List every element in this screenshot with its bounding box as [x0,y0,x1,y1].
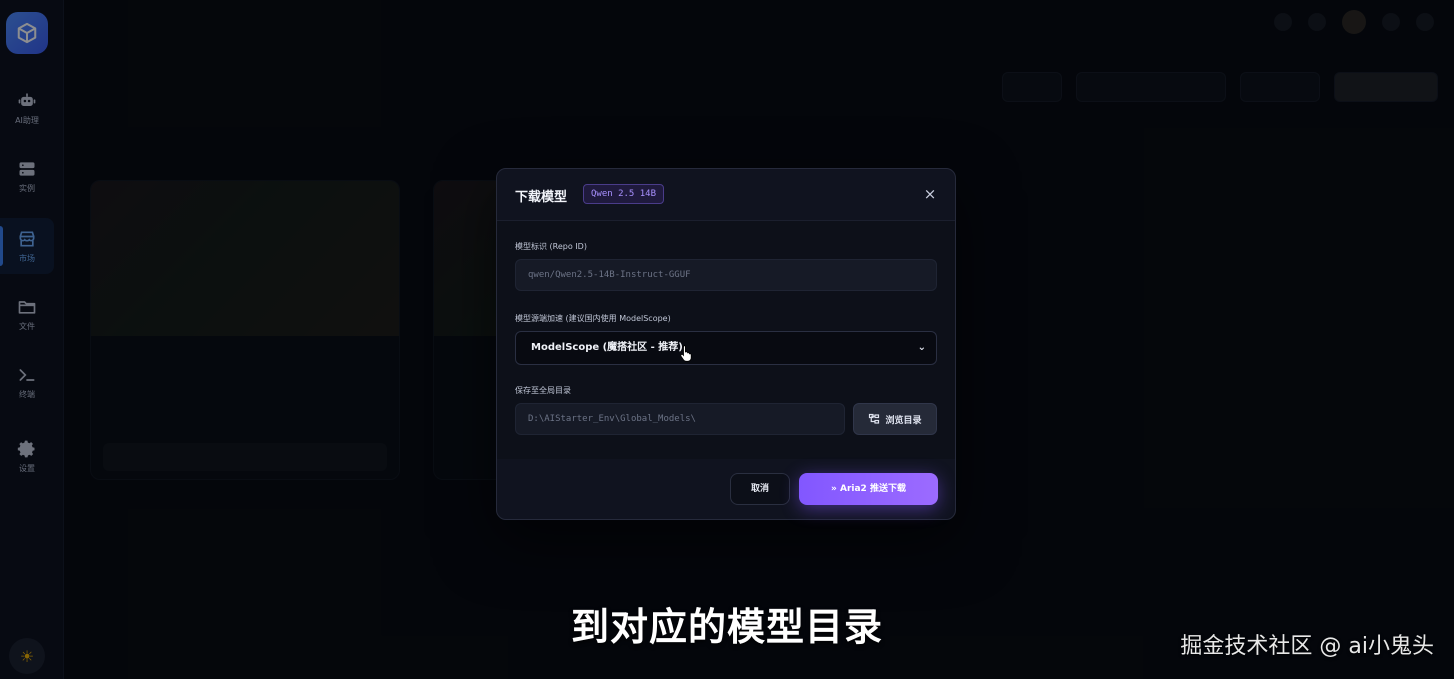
save-path-field[interactable]: D:\AIStarter_Env\Global_Models\ [515,403,845,435]
repo-id-field[interactable]: qwen/Qwen2.5-14B-Instruct-GGUF [515,259,937,291]
download-label: Aria2 推送下载 [840,484,906,494]
repo-id-label: 模型标识 (Repo ID) [515,242,587,251]
hand-cursor-icon [680,345,692,362]
close-icon: × [923,185,937,203]
close-button[interactable]: × [921,185,939,203]
cancel-button[interactable]: 取消 [730,473,790,505]
source-label: 模型源端加速 (建议国内使用 ModelScope) [515,314,671,323]
double-chevron-down-icon: » [831,484,837,494]
save-dir-label: 保存至全局目录 [515,386,571,395]
folder-tree-icon [869,413,880,424]
source-select[interactable]: ModelScope (魔搭社区 - 推荐) ⌄ [515,331,937,365]
browse-directory-button[interactable]: 浏览目录 [853,403,937,435]
dialog-title: 下载模型 [515,190,568,205]
dialog-header: 下载模型 Qwen 2.5 14B × [497,169,955,221]
browse-label: 浏览目录 [885,415,922,426]
chevron-down-icon: ⌄ [917,342,926,353]
dialog-body: 模型标识 (Repo ID) qwen/Qwen2.5-14B-Instruct… [497,221,955,459]
download-model-dialog: 下载模型 Qwen 2.5 14B × 模型标识 (Repo ID) qwen/… [496,168,956,520]
app-window: AI助理 实例 市场 文件 终端 设置 ☀ 下载模型 Qwen 2.5 14B … [0,0,1454,679]
aria2-download-button[interactable]: » Aria2 推送下载 [799,473,938,505]
model-badge: Qwen 2.5 14B [583,184,665,204]
watermark: 掘金技术社区 @ ai小鬼头 [1180,634,1434,659]
dialog-footer: 取消 » Aria2 推送下载 [497,459,955,521]
source-selected-value: ModelScope (魔搭社区 - 推荐) [531,342,683,353]
